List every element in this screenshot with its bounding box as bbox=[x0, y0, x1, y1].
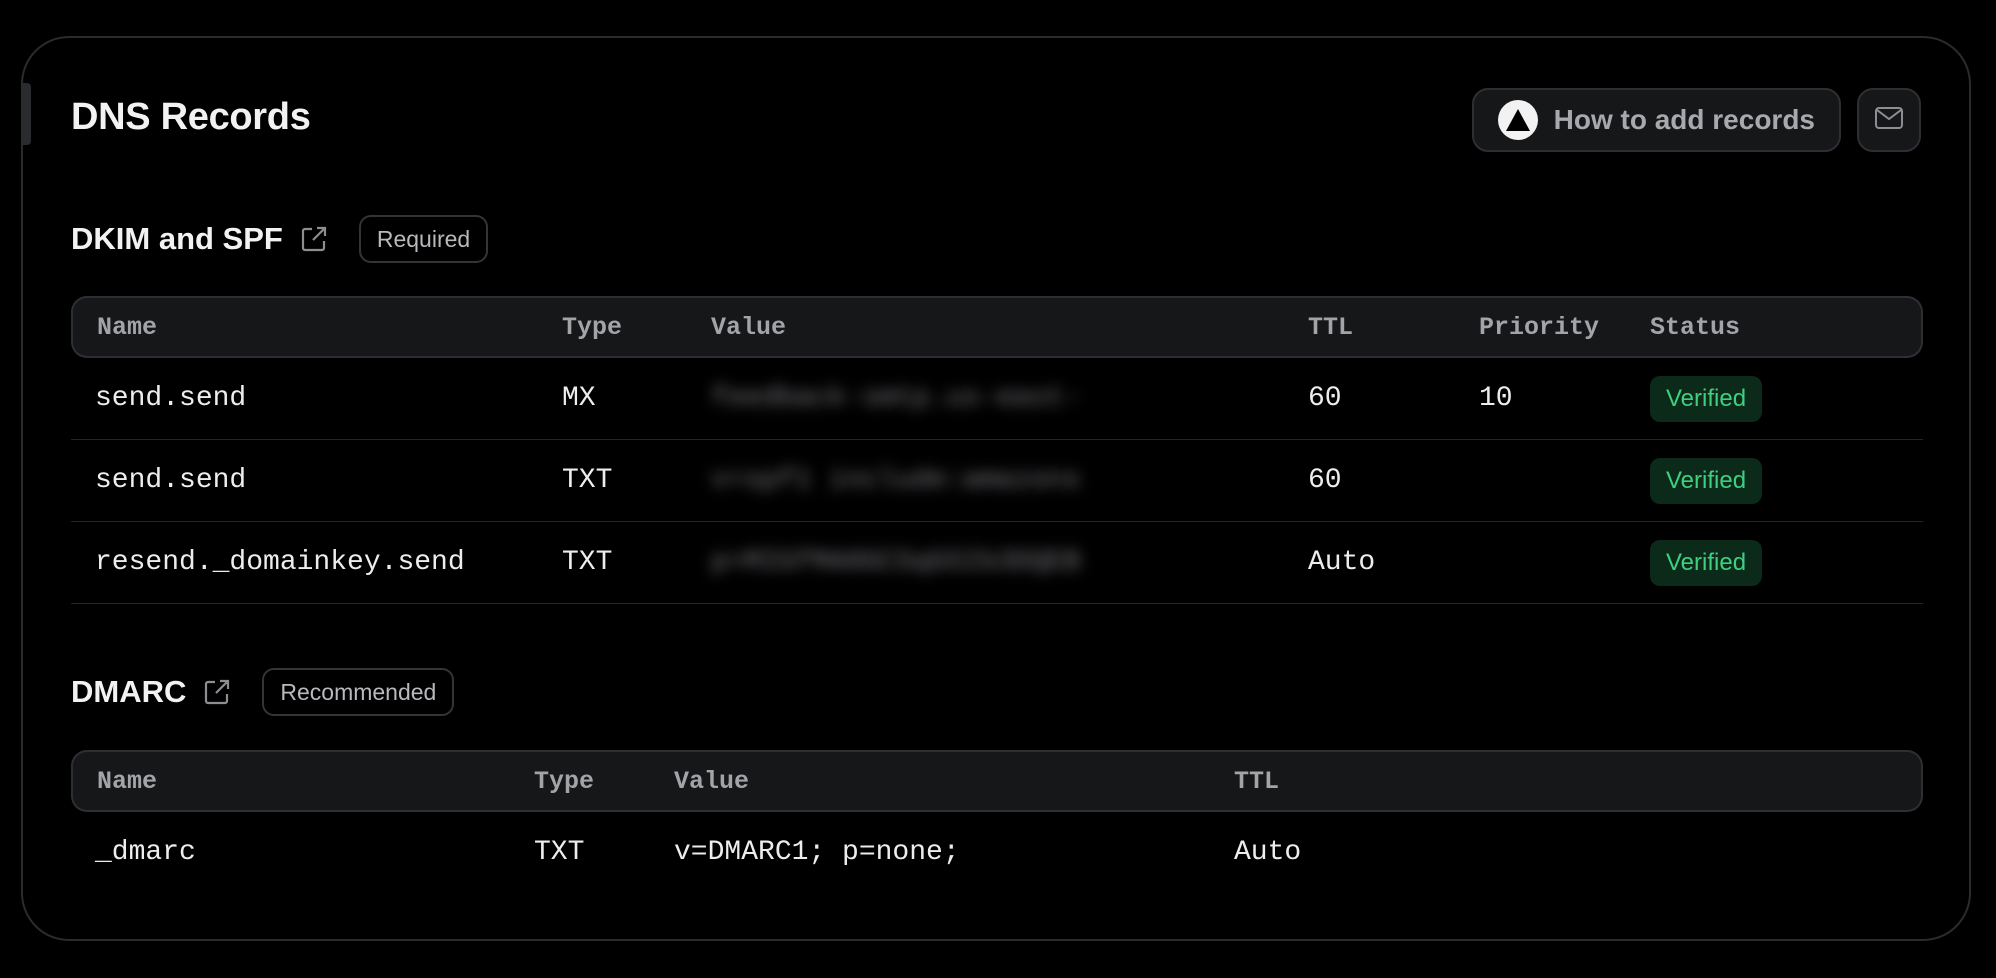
column-header-type: Type bbox=[538, 296, 687, 358]
record-type: TXT bbox=[534, 836, 585, 868]
column-header-name: Name bbox=[71, 750, 510, 812]
dkim-section-header: DKIM and SPF Required bbox=[71, 215, 489, 263]
dkim-section-title: DKIM and SPF bbox=[71, 221, 283, 256]
column-header-priority: Priority bbox=[1455, 296, 1626, 358]
header-actions: How to add records bbox=[1471, 88, 1921, 152]
external-link-icon[interactable] bbox=[202, 677, 232, 707]
status-badge: Verified bbox=[1650, 375, 1763, 422]
record-status-cell: Verified bbox=[1626, 522, 1923, 604]
record-type: TXT bbox=[538, 522, 687, 604]
table-row: _dmarc TXT v=DMARC1; p=none; Auto bbox=[71, 812, 1923, 892]
mail-icon bbox=[1874, 106, 1904, 135]
column-header-value: Value bbox=[687, 296, 1284, 358]
status-badge: Verified bbox=[1650, 457, 1763, 504]
how-to-add-records-label: How to add records bbox=[1553, 104, 1815, 135]
mail-button[interactable] bbox=[1857, 88, 1921, 152]
record-value-blurred: feedback-smtp.us-east- bbox=[711, 383, 1081, 414]
record-priority bbox=[1455, 522, 1626, 604]
record-ttl: Auto bbox=[1284, 522, 1455, 604]
record-name: resend._domainkey.send bbox=[71, 522, 538, 604]
dmarc-section-header: DMARC Recommended bbox=[71, 668, 455, 716]
record-ttl: 60 bbox=[1284, 440, 1455, 522]
status-badge: Verified bbox=[1650, 539, 1763, 586]
dmarc-records-table: Name Type Value TTL _dmarc TXT v=DMARC1;… bbox=[71, 750, 1923, 892]
required-badge: Required bbox=[358, 215, 489, 263]
card-edge-indicator bbox=[23, 83, 31, 145]
record-value-blurred: v=spf1 include:amazons bbox=[711, 465, 1081, 496]
dmarc-section-title: DMARC bbox=[71, 674, 187, 709]
page-title: DNS Records bbox=[71, 96, 311, 138]
record-priority: 10 bbox=[1455, 358, 1626, 440]
dns-records-card: DNS Records How to add records DKIM and … bbox=[21, 36, 1971, 941]
record-ttl: 60 bbox=[1284, 358, 1455, 440]
column-header-name: Name bbox=[71, 296, 538, 358]
record-ttl: Auto bbox=[1234, 836, 1302, 868]
record-value-cell[interactable]: p=MIGfMA0GCSqGSIb3DQEB bbox=[687, 522, 1284, 604]
record-type: MX bbox=[538, 358, 687, 440]
record-value-blurred: p=MIGfMA0GCSqGSIb3DQEB bbox=[711, 547, 1081, 578]
table-row: send.send TXT v=spf1 include:amazons 60 … bbox=[71, 440, 1923, 522]
column-header-status: Status bbox=[1626, 296, 1923, 358]
external-link-icon[interactable] bbox=[299, 224, 329, 254]
column-header-ttl: TTL bbox=[1284, 296, 1455, 358]
record-value-cell[interactable]: v=spf1 include:amazons bbox=[687, 440, 1284, 522]
record-status-cell: Verified bbox=[1626, 358, 1923, 440]
triangle-logo-icon bbox=[1497, 100, 1538, 140]
table-header-row: Name Type Value TTL Priority Status bbox=[71, 296, 1923, 358]
record-name: _dmarc bbox=[95, 836, 196, 868]
table-row: send.send MX feedback-smtp.us-east- 60 1… bbox=[71, 358, 1923, 440]
record-value-cell[interactable]: feedback-smtp.us-east- bbox=[687, 358, 1284, 440]
table-row: resend._domainkey.send TXT p=MIGfMA0GCSq… bbox=[71, 522, 1923, 604]
record-priority bbox=[1455, 440, 1626, 522]
column-header-ttl: TTL bbox=[1210, 750, 1923, 812]
column-header-value: Value bbox=[650, 750, 1210, 812]
dkim-records-table: Name Type Value TTL Priority Status send… bbox=[71, 296, 1923, 604]
table-header-row: Name Type Value TTL bbox=[71, 750, 1923, 812]
record-name: send.send bbox=[71, 440, 538, 522]
column-header-type: Type bbox=[510, 750, 650, 812]
how-to-add-records-button[interactable]: How to add records bbox=[1471, 88, 1841, 152]
record-name: send.send bbox=[71, 358, 538, 440]
recommended-badge: Recommended bbox=[262, 668, 455, 716]
record-status-cell: Verified bbox=[1626, 440, 1923, 522]
record-value[interactable]: v=DMARC1; p=none; bbox=[650, 812, 1210, 892]
record-type: TXT bbox=[538, 440, 687, 522]
